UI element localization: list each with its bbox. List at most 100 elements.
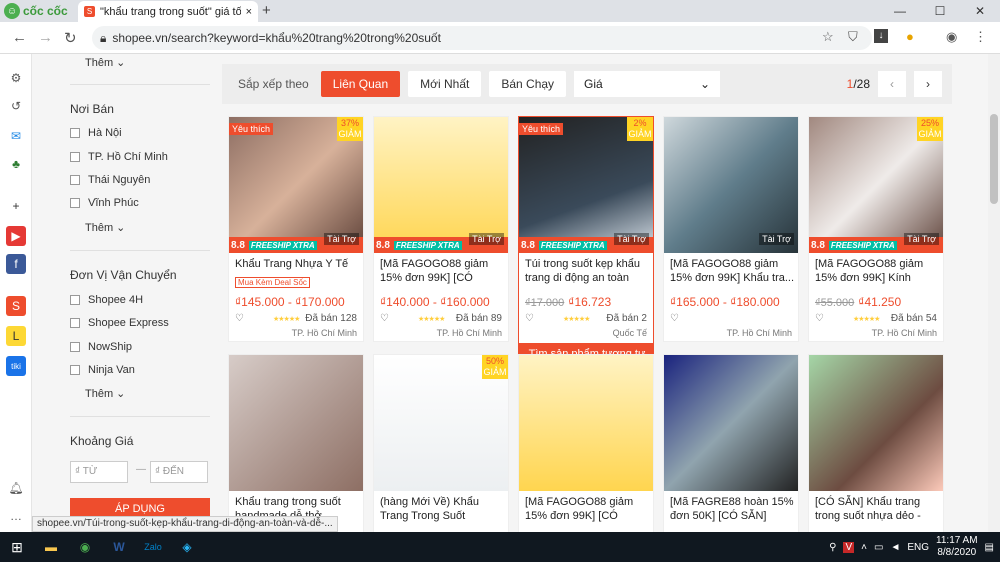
messenger-icon[interactable]: ✉ bbox=[6, 126, 26, 146]
pager: 1/28 ‹ › bbox=[847, 71, 942, 97]
settings-icon[interactable]: ⚙ bbox=[6, 68, 26, 88]
sold-count: Đã bán 128 bbox=[305, 313, 357, 324]
add-icon[interactable]: + bbox=[6, 196, 26, 216]
sponsored-tag: Tài Trợ bbox=[759, 233, 794, 245]
product-card[interactable]: [Mã FAGOGO88 giảm 15% đơn 99K] [CÓ SẴN..… bbox=[518, 354, 654, 532]
maximize-icon[interactable]: ☐ bbox=[920, 0, 960, 22]
vpn-icon[interactable]: V bbox=[843, 541, 855, 553]
product-card[interactable]: 8.8 FREESHIP XTRA Tài Trợ [Mã FAGOGO88 gi… bbox=[373, 116, 509, 342]
back-icon[interactable]: ← bbox=[12, 29, 27, 46]
bookmark-star-icon[interactable]: ☆ bbox=[822, 29, 834, 45]
scrollbar-thumb[interactable] bbox=[990, 114, 998, 204]
shopee-icon[interactable]: S bbox=[6, 296, 26, 316]
product-name: [Mã FAGOGO88 giảm 15% đơn 99K] Kính che.… bbox=[815, 258, 924, 284]
filter-checkbox[interactable]: Ninja Van bbox=[70, 364, 135, 376]
heart-icon[interactable]: ♡ bbox=[815, 313, 824, 324]
product-name: (hàng Mới Về) Khẩu Trang Trong Suốt Thoá… bbox=[380, 496, 479, 522]
heart-icon[interactable]: ♡ bbox=[670, 313, 679, 324]
discount-badge: 50% GIẢM bbox=[482, 355, 508, 379]
product-location: TP. Hồ Chí Minh bbox=[726, 328, 792, 338]
profile-icon[interactable]: ◉ bbox=[946, 29, 957, 45]
browser-logo[interactable]: ☺ cốc cốc bbox=[4, 2, 68, 20]
page-total: /28 bbox=[853, 77, 870, 91]
filter-checkbox[interactable]: Shopee Express bbox=[70, 317, 169, 329]
app-icon[interactable]: ◈ bbox=[170, 532, 204, 562]
coin-icon[interactable]: ● bbox=[906, 29, 914, 44]
divider bbox=[70, 250, 210, 251]
filter-checkbox[interactable]: Thái Nguyên bbox=[70, 174, 150, 186]
new-tab-icon[interactable]: + bbox=[262, 2, 271, 19]
more-link[interactable]: Thêm ⌄ bbox=[85, 387, 125, 400]
product-card[interactable]: Yêu thích 37% GIẢM 8.8 FREESHIP XTRA Tài T… bbox=[228, 116, 364, 342]
prev-page-icon[interactable]: ‹ bbox=[878, 71, 906, 97]
heart-icon[interactable]: ♡ bbox=[525, 313, 534, 324]
checkbox-icon bbox=[70, 318, 80, 328]
product-card[interactable]: 25% GIẢM 8.8 FREESHIP XTRA Tài Trợ [Mã FAG… bbox=[808, 116, 944, 342]
discount-badge: 2% GIẢM bbox=[627, 117, 653, 141]
filter-checkbox[interactable]: NowShip bbox=[70, 341, 132, 353]
game-icon[interactable]: ♣ bbox=[6, 154, 26, 174]
menu-icon[interactable]: ⋮ bbox=[974, 29, 987, 45]
filter-checkbox[interactable]: Vĩnh Phúc bbox=[70, 197, 139, 209]
lazada-icon[interactable]: L bbox=[6, 326, 26, 346]
taskbar: ⊞ ▬ ◉ W Zalo ◈ ⚲ V ˄ ▭ ◄ ENG 11:17 AM 8/8… bbox=[0, 532, 1000, 562]
next-page-icon[interactable]: › bbox=[914, 71, 942, 97]
product-card[interactable]: 50% GIẢM (hàng Mới Về) Khẩu Trang Trong S… bbox=[373, 354, 509, 532]
file-explorer-icon[interactable]: ▬ bbox=[34, 532, 68, 562]
sort-newest-button[interactable]: Mới Nhất bbox=[408, 71, 482, 97]
heart-icon[interactable]: ♡ bbox=[380, 313, 389, 324]
volume-icon[interactable]: ◄ bbox=[890, 542, 900, 553]
coccoc-taskbar-icon[interactable]: ◉ bbox=[68, 532, 102, 562]
close-window-icon[interactable]: ✕ bbox=[960, 0, 1000, 22]
person-icon[interactable]: ⚲ bbox=[829, 542, 836, 553]
language-indicator[interactable]: ENG bbox=[907, 542, 929, 553]
product-location: TP. Hồ Chí Minh bbox=[291, 328, 357, 338]
price-min-input[interactable]: ₫ TỪ bbox=[70, 461, 128, 483]
shield-icon[interactable]: ⛉ bbox=[848, 29, 858, 45]
word-icon[interactable]: W bbox=[102, 532, 136, 562]
filter-price-title: Khoảng Giá bbox=[70, 434, 134, 448]
checkbox-icon bbox=[70, 365, 80, 375]
browser-tab[interactable]: S "khẩu trang trong suốt" giá tố × bbox=[78, 1, 258, 22]
facebook-icon[interactable]: f bbox=[6, 254, 26, 274]
rating-stars-icon: ★★★★★ bbox=[563, 316, 590, 323]
product-card[interactable]: [CÓ SẴN] Khẩu trang trong suốt nhựa dẻo … bbox=[808, 354, 944, 532]
price-sort-dropdown[interactable]: Giá ⌄ bbox=[574, 71, 721, 97]
forward-icon[interactable]: → bbox=[38, 29, 53, 46]
sold-count: Đã bán 2 bbox=[606, 313, 647, 324]
filter-checkbox[interactable]: Hà Nội bbox=[70, 127, 122, 139]
more-icon[interactable]: … bbox=[6, 506, 26, 526]
windows-start-icon[interactable]: ⊞ bbox=[0, 532, 34, 562]
network-icon[interactable]: ▭ bbox=[874, 542, 883, 553]
address-bar[interactable]: 🔒︎ shopee.vn/search?keyword=khẩu%20trang… bbox=[92, 26, 872, 50]
history-icon[interactable]: ↺ bbox=[6, 96, 26, 116]
checkbox-icon bbox=[70, 152, 80, 162]
rating-stars-icon: ★★★★★ bbox=[273, 316, 300, 323]
tiki-icon[interactable]: tiki bbox=[6, 356, 26, 376]
product-card[interactable]: Khẩu trang trong suốt handmade dễ thở... bbox=[228, 354, 364, 532]
product-card[interactable]: Tài Trợ [Mã FAGOGO88 giảm 15% đơn 99K] K… bbox=[663, 116, 799, 342]
sold-count: Đã bán 54 bbox=[890, 313, 937, 324]
more-link[interactable]: Thêm ⌄ bbox=[85, 56, 125, 69]
notification-bell-icon[interactable]: 🔔︎ bbox=[6, 478, 26, 498]
sort-bestseller-button[interactable]: Bán Chạy bbox=[489, 71, 567, 97]
clock[interactable]: 11:17 AM 8/8/2020 bbox=[936, 535, 978, 559]
tray-chevron-icon[interactable]: ˄ bbox=[861, 542, 867, 553]
download-icon[interactable]: ↓ bbox=[874, 29, 888, 43]
zalo-icon[interactable]: Zalo bbox=[136, 532, 170, 562]
youtube-icon[interactable]: ▶ bbox=[6, 226, 26, 246]
heart-icon[interactable]: ♡ bbox=[235, 313, 244, 324]
notification-center-icon[interactable]: ▤ bbox=[985, 542, 994, 553]
product-card[interactable]: Yêu thích 2% GIẢM 8.8 FREESHIP XTRA Tài Tr… bbox=[518, 116, 654, 364]
more-link[interactable]: Thêm ⌄ bbox=[85, 221, 125, 234]
filter-checkbox[interactable]: Shopee 4H bbox=[70, 294, 143, 306]
minimize-icon[interactable]: — bbox=[880, 0, 920, 22]
price-max-input[interactable]: ₫ ĐẾN bbox=[150, 461, 208, 483]
product-card[interactable]: [Mã FAGRE88 hoàn 15% đơn 50K] [CÓ SẴN] K… bbox=[663, 354, 799, 532]
shopee-page: Thêm ⌄ Nơi Bán Hà Nội TP. Hồ Chí Minh Th… bbox=[32, 54, 988, 532]
sort-relevance-button[interactable]: Liên Quan bbox=[320, 71, 401, 97]
reload-icon[interactable]: ↻ bbox=[64, 29, 77, 47]
filter-checkbox[interactable]: TP. Hồ Chí Minh bbox=[70, 151, 168, 163]
close-tab-icon[interactable]: × bbox=[246, 6, 252, 18]
scrollbar[interactable] bbox=[988, 54, 1000, 532]
